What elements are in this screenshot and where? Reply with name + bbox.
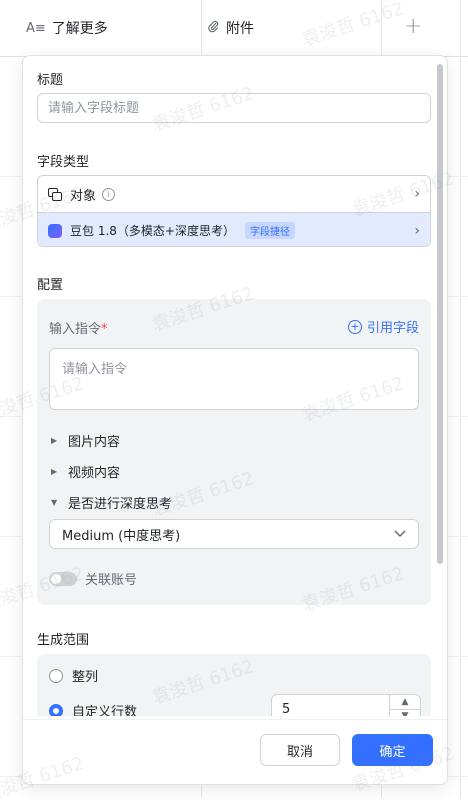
paperclip-icon [207,20,220,37]
radio-label: 自定义行数 [72,705,138,716]
column-label: 附件 [226,21,254,37]
image-content-toggle[interactable]: ▶ 图片内容 [51,431,120,450]
title-input[interactable] [37,93,431,123]
range-option-whole-column[interactable]: 整列 [49,666,98,685]
decrement-icon[interactable]: ▼ [390,709,420,716]
radio-unchecked[interactable] [49,668,63,683]
field-config-panel: 标题 字段类型 对象 i › 豆包 1.8（多模态+深度思考） 字段捷径 › 配… [22,55,448,785]
radio-checked[interactable] [49,703,63,716]
column-label: 了解更多 [51,21,108,37]
config-section: 输入指令* + 引用字段 ▶ 图片内容 ▶ 视频内容 ▼ 是否进行深度思考 Me… [37,299,431,605]
object-label: 对象 [70,188,97,204]
link-account-switch[interactable] [49,571,77,586]
custom-rows-value[interactable]: 5 [282,702,290,717]
increment-icon[interactable]: ▲ [390,695,420,710]
cancel-button[interactable]: 取消 [260,734,340,766]
grid-line [460,0,461,798]
required-mark: * [101,322,108,337]
chevron-right-icon: › [414,186,420,202]
caret-down-icon: ▼ [51,498,58,507]
chevron-down-icon [394,528,406,541]
info-icon[interactable]: i [102,187,116,201]
video-content-toggle[interactable]: ▶ 视频内容 [51,462,120,481]
deep-think-toggle[interactable]: ▼ 是否进行深度思考 [51,493,172,512]
column-header-attachment[interactable]: 附件 [207,0,254,56]
range-section: 整列 自定义行数 5 ▲ ▼ [37,654,431,716]
video-content-label: 视频内容 [68,466,121,481]
scrollbar[interactable] [437,64,443,564]
field-type-object-row[interactable]: 对象 i › [38,176,430,212]
deep-think-value: Medium (中度思考) [62,528,181,544]
caret-right-icon: ▶ [51,436,58,445]
switch-knob [51,573,61,584]
table-header: A≡ 了解更多 附件 + [0,0,468,57]
title-label: 标题 [37,73,64,88]
config-label: 配置 [37,278,64,293]
instruction-label: 输入指令* [49,318,108,337]
range-label: 生成范围 [37,633,90,648]
field-type-model-row[interactable]: 豆包 1.8（多模态+深度思考） 字段捷径 › [38,212,430,246]
object-icon [48,188,62,201]
shortcut-badge: 字段捷径 [244,222,295,239]
chevron-right-icon: › [414,222,420,239]
field-type-label: 字段类型 [37,155,90,170]
doubao-logo-icon [48,223,62,238]
panel-footer: 取消 确定 [23,719,447,784]
column-header-learn-more[interactable]: A≡ 了解更多 [26,0,108,56]
radio-label: 整列 [72,670,99,685]
range-option-custom-rows[interactable]: 自定义行数 [49,701,137,716]
field-type-selector: 对象 i › 豆包 1.8（多模态+深度思考） 字段捷径 › [37,175,431,247]
cite-field-button[interactable]: + 引用字段 [347,317,419,336]
cite-field-label: 引用字段 [366,321,419,336]
stepper-arrows: ▲ ▼ [389,695,420,716]
confirm-button[interactable]: 确定 [352,734,433,766]
deep-think-select[interactable]: Medium (中度思考) [49,519,419,549]
link-account-label: 关联账号 [85,573,138,588]
caret-right-icon: ▶ [51,467,58,476]
instruction-input[interactable] [49,348,419,410]
custom-rows-stepper[interactable]: 5 ▲ ▼ [271,694,421,716]
add-column-button[interactable]: + [404,14,422,39]
instruction-label-text: 输入指令 [49,322,102,337]
deep-think-label: 是否进行深度思考 [68,497,173,512]
model-label: 豆包 1.8（多模态+深度思考） [70,224,235,238]
link-account-row: 关联账号 [49,569,137,588]
text-field-icon: A≡ [26,20,46,36]
plus-circle-icon: + [347,319,362,334]
panel-body: 标题 字段类型 对象 i › 豆包 1.8（多模态+深度思考） 字段捷径 › 配… [23,56,433,716]
image-content-label: 图片内容 [68,435,121,450]
